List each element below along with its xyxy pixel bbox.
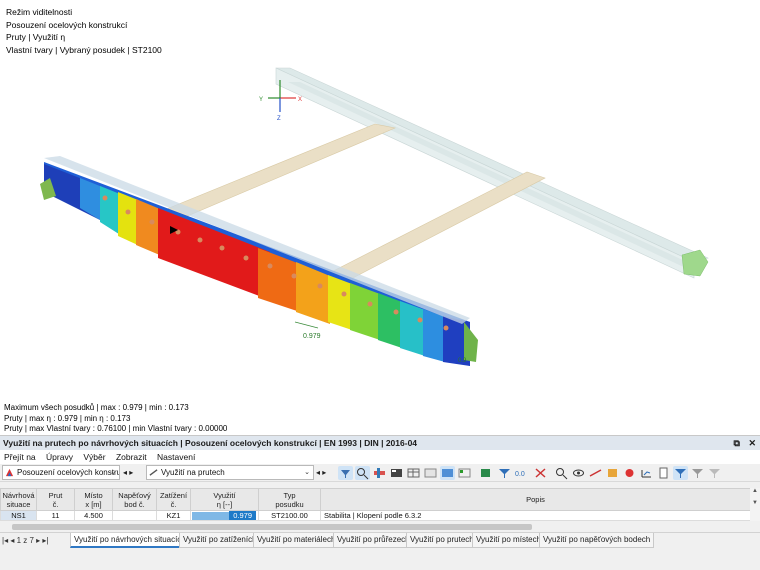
filter-active-icon[interactable] xyxy=(673,466,688,480)
scroll-thumb[interactable] xyxy=(12,524,532,530)
member-result-icon[interactable] xyxy=(588,466,603,480)
col-header-stress-point[interactable]: Napěťový bod č. xyxy=(112,488,157,511)
table-header-row: Návrhová situace Prut č. Místo x [m] Napěťo… xyxy=(0,488,751,511)
filter-off-icon[interactable] xyxy=(690,466,705,480)
main-girder xyxy=(40,156,478,366)
cell-member[interactable]: 11 xyxy=(36,510,75,521)
support-icon xyxy=(681,249,709,277)
steel-design-icon xyxy=(5,468,14,477)
panel-menubar: Přejít na Úpravy Výběr Zobrazit Nastaven… xyxy=(0,450,760,464)
cell-stress-point[interactable] xyxy=(112,510,157,521)
col-header-situation[interactable]: Návrhová situace xyxy=(0,488,37,511)
palette-icon[interactable] xyxy=(457,466,472,480)
panel-title: Využití na prutech po návrhových situací… xyxy=(3,438,418,448)
member-icon xyxy=(149,469,158,476)
tab-by-material[interactable]: Využití po materiálech xyxy=(253,533,340,548)
tab-by-design-situation[interactable]: Využití po návrhových situacích xyxy=(70,533,190,548)
tab-by-stress-point[interactable]: Využití po napěťových bodech xyxy=(539,533,655,548)
cell-situation[interactable]: NS1 xyxy=(0,510,37,521)
col-header-description[interactable]: Popis xyxy=(320,488,751,511)
rear-girder xyxy=(275,67,709,279)
exclude-icon[interactable] xyxy=(533,466,548,480)
cell-load[interactable]: KZ1 xyxy=(156,510,191,521)
model-view-icon[interactable] xyxy=(372,466,387,480)
col-header-utilization[interactable]: Využití η [--] xyxy=(190,488,259,511)
menu-edit[interactable]: Úpravy xyxy=(46,452,73,462)
prev-next-arrows[interactable]: ◂ ▸ xyxy=(123,465,133,480)
search-icon[interactable] xyxy=(355,466,370,480)
pager[interactable]: |◂ ◂ 1 z 7 ▸ ▸| xyxy=(2,533,48,548)
results-panel: Využití na prutech po návrhových situací… xyxy=(0,435,760,570)
info-line: Maximum všech posudků | max : 0.979 | mi… xyxy=(4,403,189,412)
max-value-label: 0.979 xyxy=(303,333,321,340)
tab-by-member[interactable]: Využití po prutech xyxy=(406,533,478,548)
export-icon[interactable] xyxy=(478,466,493,480)
menu-goto[interactable]: Přejít na xyxy=(4,452,36,462)
menu-select[interactable]: Výběr xyxy=(83,452,105,462)
chevron-down-icon: ⌄ xyxy=(304,469,310,476)
chart-icon[interactable] xyxy=(639,466,654,480)
vertical-scrollbar[interactable]: ▲ ▼ xyxy=(750,488,760,521)
col-header-type[interactable]: Typ posudku xyxy=(258,488,321,511)
tab-by-section[interactable]: Využití po průřezech xyxy=(333,533,414,548)
info-line: Pruty | max Vlastní tvary : 0.76100 | mi… xyxy=(4,424,228,433)
horizontal-scrollbar[interactable] xyxy=(0,522,760,532)
filter-icon[interactable] xyxy=(338,466,353,480)
chevron-down-icon: ⌄ xyxy=(110,469,116,476)
color-icon[interactable] xyxy=(622,466,637,480)
end-value-label: 0.9 xyxy=(458,358,467,364)
svg-text:0.0: 0.0 xyxy=(515,471,525,478)
panel-title-bar: Využití na prutech po návrhových situací… xyxy=(0,436,760,450)
module-select-value: Posouzení ocelových konstru... xyxy=(17,468,120,477)
view-icon[interactable] xyxy=(571,466,586,480)
axis-x-label: X xyxy=(298,97,302,103)
3d-model-scene[interactable]: 0.979 0.9 X Y Z xyxy=(0,0,760,435)
highlight-icon[interactable] xyxy=(440,466,455,480)
zoom-icon[interactable] xyxy=(554,466,569,480)
prev-next-arrows[interactable]: ◂ ▸ xyxy=(316,465,326,480)
col-header-member[interactable]: Prut č. xyxy=(36,488,75,511)
view-info-bottom: Maximum všech posudků | max : 0.979 | mi… xyxy=(4,403,227,435)
report-icon[interactable] xyxy=(656,466,671,480)
menu-settings[interactable]: Nastavení xyxy=(157,452,195,462)
section-icon[interactable] xyxy=(605,466,620,480)
axis-z-label: Z xyxy=(277,116,281,122)
table-row[interactable]: NS1 11 4.500 KZ1 0.979 ST2100.00 Stabili… xyxy=(0,510,751,521)
menu-view[interactable]: Zobrazit xyxy=(116,452,147,462)
cell-description[interactable]: Stabilita | Klopení podle 6.3.2 xyxy=(320,510,751,521)
module-select[interactable]: Posouzení ocelových konstru... ⌄ xyxy=(2,465,120,480)
table-icon[interactable] xyxy=(406,466,421,480)
grid-view-icon[interactable] xyxy=(389,466,404,480)
value-filter-icon[interactable]: 0.0 xyxy=(514,466,529,480)
undock-icon[interactable]: ⧉ xyxy=(734,438,740,448)
panel-toolbar: Posouzení ocelových konstru... ⌄ ◂ ▸ Vyu… xyxy=(0,464,760,482)
utilization-value: 0.979 xyxy=(229,511,256,520)
col-header-location[interactable]: Místo x [m] xyxy=(74,488,113,511)
funnel-icon[interactable] xyxy=(497,466,512,480)
columns-icon[interactable] xyxy=(423,466,438,480)
cell-location[interactable]: 4.500 xyxy=(74,510,113,521)
results-table: Návrhová situace Prut č. Místo x [m] Napěťo… xyxy=(0,488,760,521)
model-viewport[interactable]: Režim viditelnosti Posouzení ocelových k… xyxy=(0,0,760,435)
result-tabs: |◂ ◂ 1 z 7 ▸ ▸| Využití po návrhových si… xyxy=(0,532,760,548)
page-indicator: 1 z 7 xyxy=(16,536,34,545)
col-header-load[interactable]: Zatížení č. xyxy=(156,488,191,511)
tab-by-location[interactable]: Využití po místech xyxy=(472,533,546,548)
tab-by-load[interactable]: Využití po zatíženích xyxy=(179,533,261,548)
close-icon[interactable]: ✕ xyxy=(748,438,756,448)
cell-type[interactable]: ST2100.00 xyxy=(258,510,321,521)
info-line: Pruty | max η : 0.979 | min η : 0.173 xyxy=(4,413,131,423)
result-table-select[interactable]: Využití na prutech ⌄ xyxy=(146,465,314,480)
filter-clear-icon[interactable] xyxy=(707,466,722,480)
cell-utilization[interactable]: 0.979 xyxy=(190,510,259,521)
axis-y-label: Y xyxy=(259,97,263,103)
result-table-select-value: Využití na prutech xyxy=(161,468,225,477)
